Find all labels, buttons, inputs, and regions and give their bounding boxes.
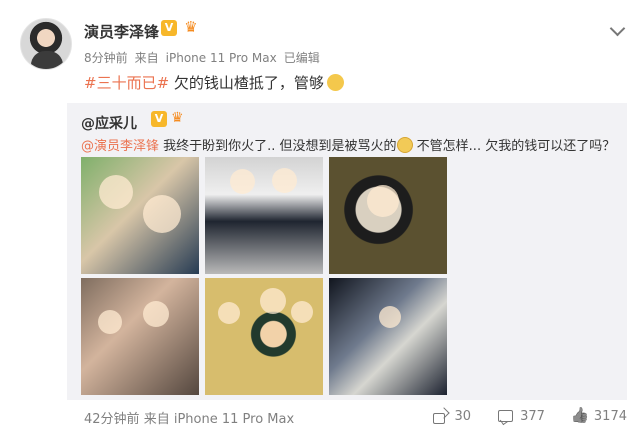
photo-grid: [81, 157, 447, 395]
chevron-down-icon[interactable]: [610, 22, 626, 36]
comment-button[interactable]: 377: [497, 408, 545, 424]
post-content: #三十而已# 欠的钱山楂抵了，管够: [84, 72, 344, 93]
post-actions: 30 377 3174: [432, 408, 627, 424]
photo-2[interactable]: [205, 157, 323, 274]
footer-source-prefix: 来自: [143, 412, 170, 427]
photo-6[interactable]: [329, 278, 447, 395]
post-footer: 42分钟前 来自 iPhone 11 Pro Max 30 377 3174: [84, 408, 627, 428]
comment-icon: [497, 408, 514, 424]
share-count: 30: [454, 408, 472, 424]
topic-hashtag[interactable]: #三十而已#: [84, 74, 169, 92]
source-device: iPhone 11 Pro Max: [165, 51, 277, 65]
vip-badge-icon: ♛: [184, 18, 198, 36]
repost-text: 我终于盼到你火了.. 但没想到是被骂火的: [159, 139, 397, 154]
like-button[interactable]: 3174: [571, 408, 627, 424]
verified-badge: V: [151, 111, 167, 127]
post-time: 8分钟前: [84, 51, 128, 65]
footer-meta: 42分钟前 来自 iPhone 11 Pro Max: [84, 408, 294, 427]
footer-source-device: iPhone 11 Pro Max: [173, 412, 295, 427]
edited-label: 已编辑: [283, 51, 320, 65]
source-prefix: 来自: [134, 51, 159, 65]
vip-badge-icon: ♛: [171, 110, 184, 126]
post-text: 欠的钱山楂抵了，管够: [169, 74, 324, 92]
photo-5[interactable]: [205, 278, 323, 395]
repost-content: @演员李泽锋 我终于盼到你火了.. 但没想到是被骂火的 不管怎样... 欠我的钱…: [81, 135, 615, 154]
avatar[interactable]: [20, 18, 72, 70]
repost-card[interactable]: @应采儿 V ♛ @演员李泽锋 我终于盼到你火了.. 但没想到是被骂火的 不管怎…: [67, 103, 627, 400]
verified-badge: V: [161, 20, 177, 36]
mention-link[interactable]: @演员李泽锋: [81, 139, 159, 154]
footer-time: 42分钟前: [84, 412, 140, 427]
cat-emoji-icon: [326, 74, 344, 91]
photo-1[interactable]: [81, 157, 199, 274]
post-header: 演员李泽锋 V ♛ 8分钟前 来自 iPhone 11 Pro Max 已编辑: [16, 14, 626, 74]
repost-author[interactable]: @应采儿: [81, 113, 137, 133]
photo-3[interactable]: [329, 157, 447, 274]
like-icon: [571, 408, 587, 424]
repost-text-after: 不管怎样... 欠我的钱可以还了吗？: [412, 139, 616, 154]
tears-emoji-icon: [396, 137, 413, 153]
photo-4[interactable]: [81, 278, 199, 395]
like-count: 3174: [593, 408, 627, 424]
author-name[interactable]: 演员李泽锋: [84, 21, 159, 42]
post-meta: 8分钟前 来自 iPhone 11 Pro Max 已编辑: [84, 49, 327, 66]
share-button[interactable]: 30: [432, 408, 472, 424]
comment-count: 377: [520, 408, 545, 424]
share-icon: [432, 408, 448, 424]
